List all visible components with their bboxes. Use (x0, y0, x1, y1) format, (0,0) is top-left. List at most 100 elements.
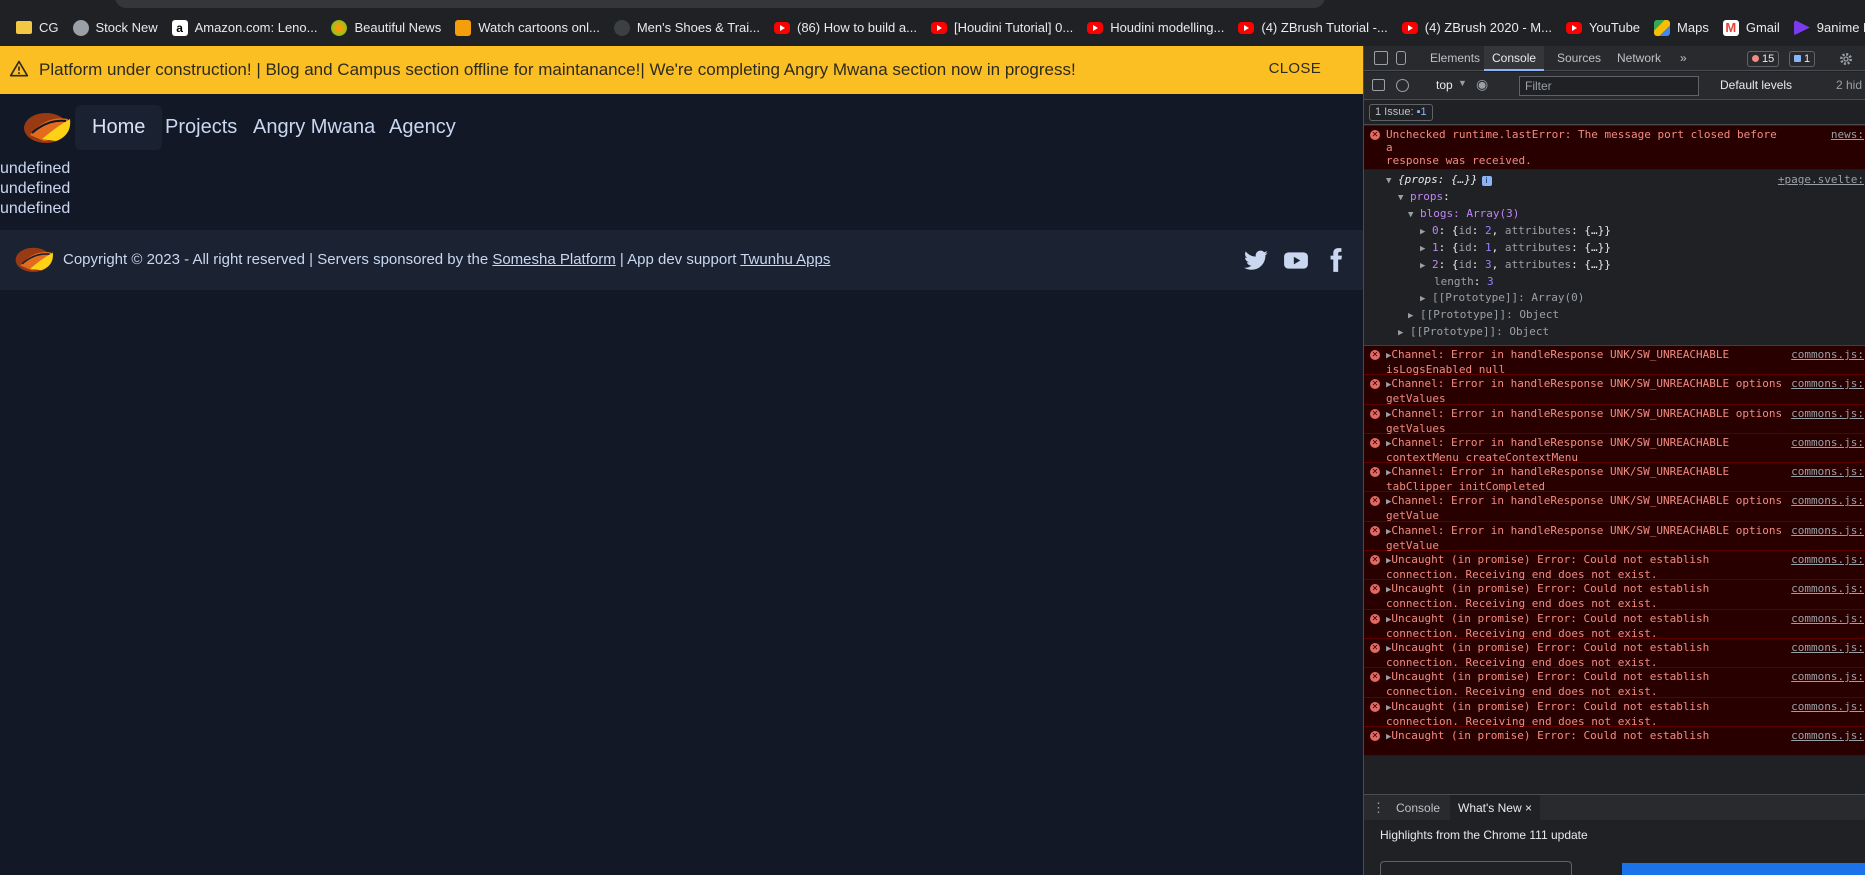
error-source-link[interactable]: commons.js: (1791, 582, 1864, 595)
bookmark-label: (4) ZBrush 2020 - M... (1424, 20, 1552, 35)
bookmark-item[interactable]: Watch cartoons onl... (451, 14, 610, 42)
inspect-element-icon[interactable] (1374, 51, 1388, 65)
error-source-link[interactable]: commons.js: (1791, 494, 1864, 507)
tab-network[interactable]: Network (1609, 46, 1669, 71)
log-levels-dropdown[interactable]: Default levels (1720, 78, 1792, 92)
issues-count: 1 (1420, 106, 1427, 118)
bookmark-item[interactable]: (86) How to build a... (770, 14, 927, 42)
error-message: Channel: Error in handleResponse UNK/SW_… (1386, 523, 1783, 552)
console-error: ✕ ▶Uncaught (in promise) Error: Could not… (1364, 668, 1865, 698)
error-source-link[interactable]: news: (1831, 128, 1864, 141)
bookmark-item[interactable]: Beautiful News (327, 14, 451, 42)
twunhu-apps-link[interactable]: Twunhu Apps (740, 251, 830, 268)
blog-item-row[interactable]: ▶ 2: {id: 3, attributes: {…}} (1364, 257, 1865, 274)
object-summary: {props: {…}} (1398, 173, 1478, 186)
tab-sources[interactable]: Sources (1549, 46, 1609, 71)
error-icon: ✕ (1370, 672, 1380, 683)
error-source-link[interactable]: commons.js: (1791, 407, 1864, 420)
error-source-link[interactable]: commons.js: (1791, 524, 1864, 537)
error-source-link[interactable]: commons.js: (1791, 348, 1864, 361)
error-source-link[interactable]: commons.js: (1791, 670, 1864, 683)
issues-button[interactable]: 1 Issue: ▪1 (1369, 104, 1433, 121)
proto-array-row[interactable]: ▶ [[Prototype]]: Array(0) (1364, 290, 1865, 307)
blogs-row[interactable]: ▼ blogs: Array(3) (1364, 206, 1865, 223)
amazon-icon: a (171, 19, 188, 36)
bookmark-item[interactable]: YouTube (1562, 14, 1650, 42)
error-icon: ✕ (1370, 350, 1380, 360)
error-message: Uncaught (in promise) Error: Could not e… (1386, 582, 1710, 611)
tab-console[interactable]: Console (1484, 46, 1545, 71)
construction-banner: Platform under construction! | Blog and … (0, 46, 1363, 94)
error-icon: ✕ (1370, 730, 1380, 741)
error-message: Uncaught (in promise) Error: Could not e… (1386, 611, 1710, 640)
message-count-badge[interactable]: 1 (1789, 51, 1816, 67)
whats-new-card[interactable] (1380, 861, 1572, 875)
bookmark-label: CG (39, 20, 59, 35)
device-toolbar-icon[interactable] (1396, 51, 1406, 65)
console-error: ✕ ▶Channel: Error in handleResponse UNK/S… (1364, 433, 1865, 464)
sponsor-prefix: | Servers sponsored by the (305, 251, 493, 268)
expand-triangle-icon: ▼ (1398, 193, 1404, 203)
nav-agency[interactable]: Agency (372, 105, 473, 150)
somesha-platform-link[interactable]: Somesha Platform (492, 251, 615, 268)
banner-message: Platform under construction! | Blog and … (39, 60, 1076, 79)
address-bar[interactable] (115, 0, 1325, 8)
tab-elements[interactable]: Elements (1422, 46, 1488, 71)
sidebar-toggle-icon[interactable] (1372, 79, 1385, 91)
nav-angry-mwana[interactable]: Angry Mwana (236, 105, 392, 150)
console-error: ✕ ▶Uncaught (in promise) Error: Could not… (1364, 580, 1865, 611)
support-prefix: | App dev support (615, 251, 741, 268)
object-source-link[interactable]: +page.svelte: (1778, 172, 1864, 188)
bookmark-item[interactable]: M Gmail (1719, 14, 1790, 42)
bookmark-item[interactable]: CG (12, 14, 69, 42)
bookmark-item[interactable]: (4) ZBrush Tutorial -... (1234, 14, 1397, 42)
close-icon[interactable]: × (1525, 801, 1532, 815)
console-log: ✕ Unchecked runtime.lastError: The messa… (1364, 126, 1865, 793)
props-row[interactable]: ▼ props: (1364, 189, 1865, 206)
drawer-tab-whats-new[interactable]: What's New × (1450, 795, 1540, 821)
console-error: ✕ Unchecked runtime.lastError: The messa… (1364, 126, 1865, 170)
expand-triangle-icon: ▶ (1420, 261, 1426, 271)
cartoon-icon (455, 19, 472, 36)
facebook-icon[interactable] (1323, 247, 1349, 273)
copyright-text: Copyright © 2023 - All right reserved (63, 251, 305, 268)
twitter-icon[interactable] (1243, 247, 1269, 273)
browser-top-strip (0, 0, 1865, 9)
bookmark-item[interactable]: Stock New (69, 14, 168, 42)
bookmark-item[interactable]: Maps (1650, 14, 1719, 42)
error-source-link[interactable]: commons.js: (1791, 465, 1864, 478)
site-logo[interactable] (22, 109, 74, 145)
banner-close-button[interactable]: CLOSE (1269, 60, 1321, 77)
blog-item-row[interactable]: ▶ 0: {id: 2, attributes: {…}} (1364, 223, 1865, 240)
error-source-link[interactable]: commons.js: (1791, 641, 1864, 654)
settings-gear-icon[interactable] (1838, 51, 1854, 67)
proto-object-row[interactable]: ▶ [[Prototype]]: Object (1364, 307, 1865, 324)
error-source-link[interactable]: commons.js: (1791, 377, 1864, 390)
bookmark-item[interactable]: 9anime Homepage:... (1790, 14, 1865, 42)
item-index: 2 (1432, 258, 1439, 271)
blog-item-row[interactable]: ▶ 1: {id: 1, attributes: {…}} (1364, 240, 1865, 257)
filter-input[interactable]: Filter (1519, 76, 1699, 96)
more-tabs-button[interactable]: » (1672, 46, 1695, 71)
error-source-link[interactable]: commons.js: (1791, 729, 1864, 742)
bookmark-item[interactable]: [Houdini Tutorial] 0... (927, 14, 1083, 42)
context-selector[interactable]: top (1436, 78, 1453, 92)
error-icon: ✕ (1370, 701, 1380, 712)
error-source-link[interactable]: commons.js: (1791, 553, 1864, 566)
eye-icon[interactable]: ◉ (1476, 76, 1488, 93)
content-line: undefined (0, 200, 71, 217)
main-nav: Home Projects Angry Mwana Agency (0, 94, 1363, 160)
error-source-link[interactable]: commons.js: (1791, 612, 1864, 625)
clear-console-icon[interactable] (1396, 79, 1409, 92)
drawer-menu-icon[interactable]: ⋮ (1372, 795, 1385, 821)
error-source-link[interactable]: commons.js: (1791, 436, 1864, 449)
error-count-badge[interactable]: 15 (1747, 51, 1780, 67)
drawer-tab-console[interactable]: Console (1388, 795, 1448, 821)
bookmark-item[interactable]: Men's Shoes & Trai... (610, 14, 770, 42)
proto-object-row[interactable]: ▶ [[Prototype]]: Object (1364, 324, 1865, 341)
bookmark-item[interactable]: Houdini modelling... (1083, 14, 1234, 42)
youtube-icon[interactable] (1283, 247, 1309, 273)
error-source-link[interactable]: commons.js: (1791, 700, 1864, 713)
bookmark-item[interactable]: a Amazon.com: Leno... (168, 14, 328, 42)
bookmark-item[interactable]: (4) ZBrush 2020 - M... (1398, 14, 1562, 42)
